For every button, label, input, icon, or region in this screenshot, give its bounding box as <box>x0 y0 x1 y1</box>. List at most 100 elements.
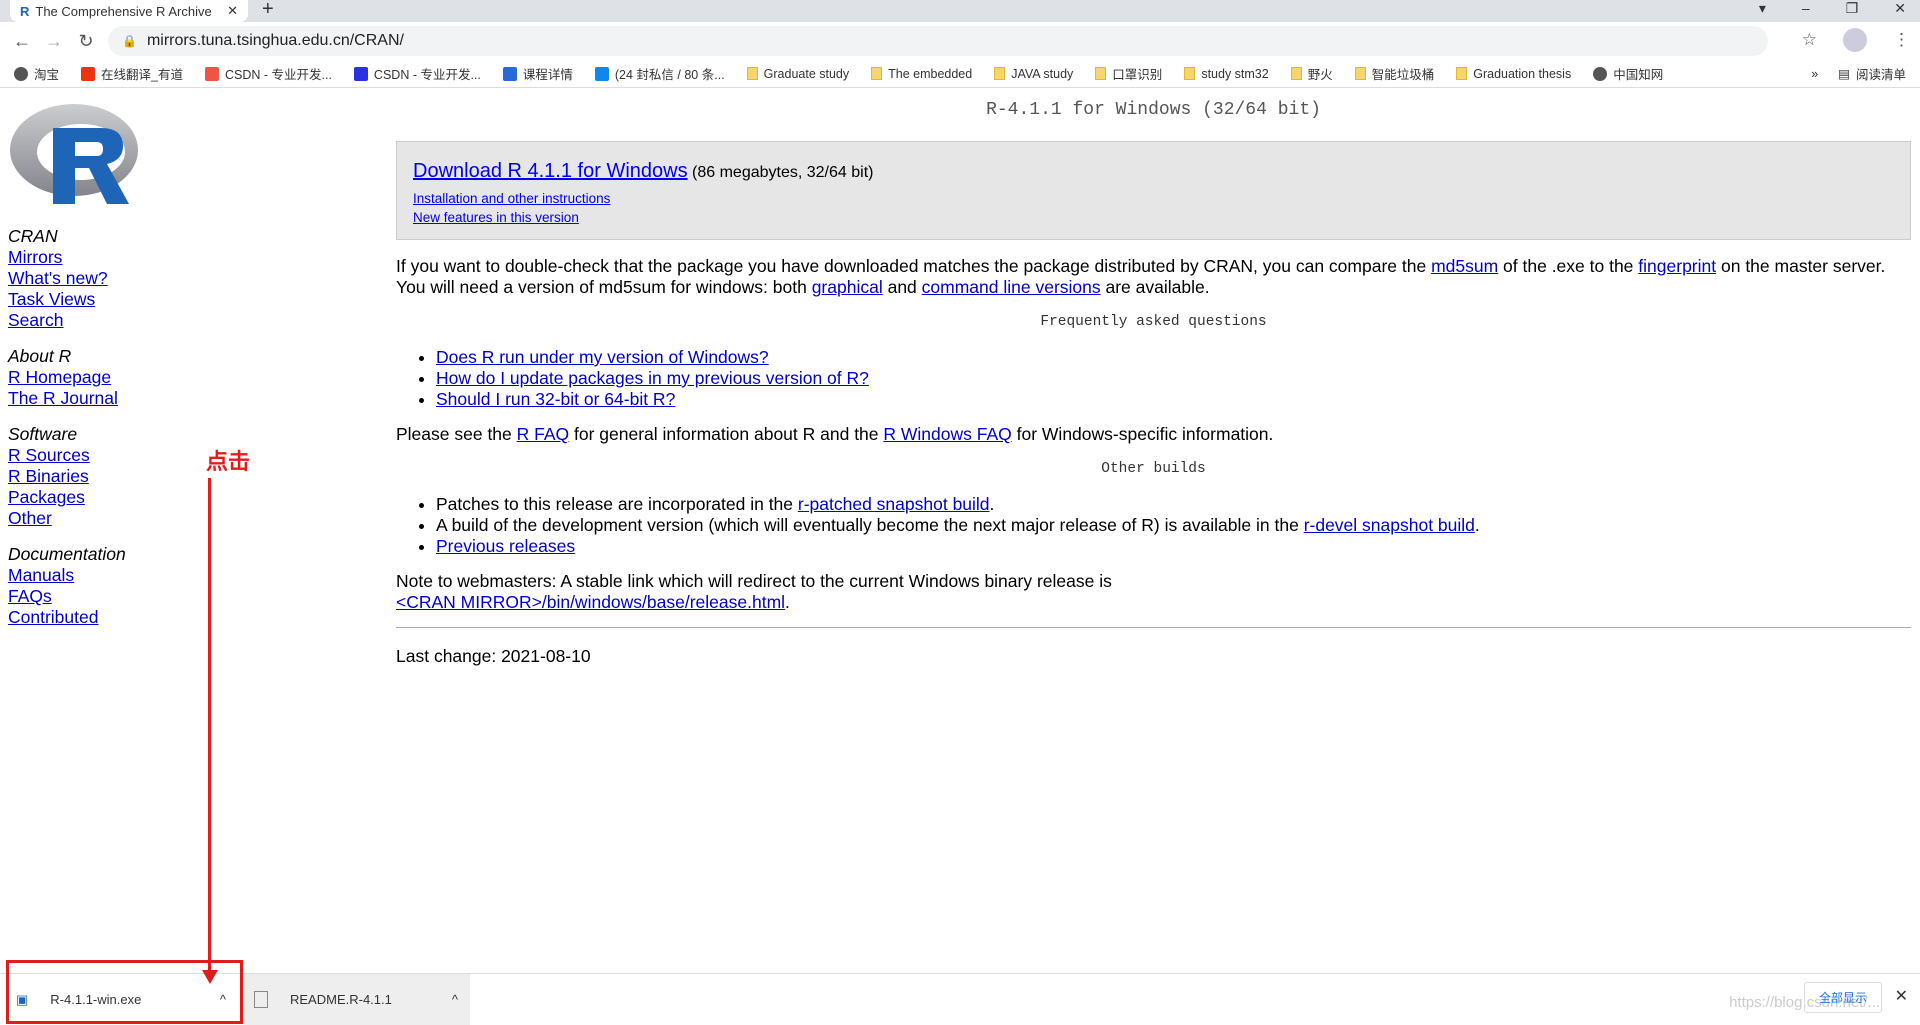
bookmark-item[interactable]: 智能垃圾桶 <box>1354 64 1435 83</box>
bookmark-item[interactable]: 中国知网 <box>1593 64 1663 83</box>
bookmark-item[interactable]: (24 封私信 / 80 条... <box>594 64 725 83</box>
sidebar-link-faqs[interactable]: FAQs <box>8 586 52 606</box>
bookmark-item[interactable]: 课程详情 <box>502 64 573 83</box>
bookmark-label: 智能垃圾桶 <box>1371 68 1435 82</box>
bookmark-label: 淘宝 <box>34 68 60 82</box>
bookmark-item[interactable]: study stm32 <box>1184 67 1269 81</box>
fingerprint-link[interactable]: fingerprint <box>1638 256 1716 276</box>
faq-link[interactable]: Should I run 32-bit or 64-bit R? <box>436 389 675 409</box>
sidebar-link-r-binaries[interactable]: R Binaries <box>8 466 89 486</box>
faq-list: Does R run under my version of Windows? … <box>396 347 1911 410</box>
more-bookmarks-button[interactable]: » <box>1811 67 1818 81</box>
r-devel-link[interactable]: r-devel snapshot build <box>1304 515 1475 535</box>
bookmark-label: Graduation thesis <box>1473 66 1572 81</box>
forward-button[interactable]: → <box>38 31 70 52</box>
faq-link[interactable]: How do I update packages in my previous … <box>436 368 869 388</box>
bookmark-item[interactable]: 在线翻译_有道 <box>81 64 183 83</box>
sidebar-link-other[interactable]: Other <box>8 508 52 528</box>
bookmark-item[interactable]: JAVA study <box>994 67 1073 81</box>
lock-icon: 🔒 <box>122 34 137 48</box>
download-box: Download R 4.1.1 for Windows (86 megabyt… <box>396 141 1911 240</box>
command-line-link[interactable]: command line versions <box>922 277 1101 297</box>
sidebar-heading: About R <box>8 346 72 366</box>
md5sum-link[interactable]: md5sum <box>1431 256 1498 276</box>
sidebar-link-what-s-new[interactable]: What's new? <box>8 268 108 288</box>
md5-paragraph: If you want to double-check that the pac… <box>396 256 1911 298</box>
new-tab-button[interactable]: + <box>262 0 274 21</box>
close-download-bar-icon[interactable]: ✕ <box>1895 986 1908 1006</box>
bookmark-label: 野火 <box>1307 68 1333 82</box>
back-button[interactable]: ← <box>6 31 38 52</box>
download-size: (86 megabytes, 32/64 bit) <box>692 164 874 181</box>
youdao-icon <box>81 66 96 81</box>
folder-icon <box>1456 67 1468 80</box>
bookmark-item[interactable]: Graduate study <box>746 67 849 81</box>
bookmark-label: 口罩识别 <box>1112 68 1163 82</box>
bookmark-label: JAVA study <box>1011 66 1074 81</box>
installation-instructions-link[interactable]: Installation and other instructions <box>413 191 610 206</box>
bookmark-item[interactable]: CSDN - 专业开发... <box>204 64 332 83</box>
bookmark-label: CSDN - 专业开发... <box>224 68 332 82</box>
bookmark-item[interactable]: Graduation thesis <box>1456 67 1571 81</box>
tab-cran[interactable]: R The Comprehensive R Archive ✕ <box>10 0 248 22</box>
text: A build of the development version (whic… <box>436 515 1304 535</box>
note-paragraph: Note to webmasters: A stable link which … <box>396 571 1911 613</box>
bookmark-item[interactable]: CSDN - 专业开发... <box>353 64 481 83</box>
bookmark-item[interactable]: 野火 <box>1290 64 1333 83</box>
r-faq-link[interactable]: R FAQ <box>517 424 570 444</box>
faq-link[interactable]: Does R run under my version of Windows? <box>436 347 769 367</box>
r-windows-faq-link[interactable]: R Windows FAQ <box>883 424 1011 444</box>
list-item: A build of the development version (whic… <box>436 515 1911 536</box>
download-r-link[interactable]: Download R 4.1.1 for Windows <box>413 160 688 182</box>
chevron-up-icon[interactable]: ^ <box>452 992 458 1007</box>
avatar[interactable] <box>1843 28 1867 52</box>
folder-icon <box>1290 67 1302 80</box>
bookmark-item[interactable]: 淘宝 <box>14 64 59 83</box>
restore-button[interactable]: ❐ <box>1846 0 1859 17</box>
text: are available. <box>1100 277 1210 297</box>
menu-icon[interactable]: ⋮ <box>1893 30 1910 50</box>
sidebar-link-mirrors[interactable]: Mirrors <box>8 247 62 267</box>
text: Please see the <box>396 424 517 444</box>
text: of the .exe to the <box>1498 256 1639 276</box>
show-all-button[interactable]: 全部显示 <box>1803 982 1882 1013</box>
bookmark-label: CSDN - 专业开发... <box>373 68 481 82</box>
bookmark-item[interactable]: The embedded <box>871 67 972 81</box>
url-input[interactable]: 🔒 mirrors.tuna.tsinghua.edu.cn/CRAN/ <box>108 26 1768 56</box>
sidebar-heading: Software <box>8 424 78 444</box>
close-window-button[interactable]: ✕ <box>1894 0 1906 17</box>
close-tab-icon[interactable]: ✕ <box>227 3 238 19</box>
bookmark-label: (24 封私信 / 80 条... <box>614 68 725 82</box>
graphical-link[interactable]: graphical <box>812 277 883 297</box>
sidebar-heading: Documentation <box>8 544 126 564</box>
bookmark-label: The embedded <box>888 66 973 81</box>
bookmark-item[interactable]: 口罩识别 <box>1095 64 1162 83</box>
other-builds-list: Patches to this release are incorporated… <box>396 494 1911 557</box>
sidebar-link-manuals[interactable]: Manuals <box>8 565 74 585</box>
sidebar-link-packages[interactable]: Packages <box>8 487 85 507</box>
r-patched-link[interactable]: r-patched snapshot build <box>798 494 990 514</box>
profile-dropdown-icon[interactable]: ▾ <box>1759 0 1766 17</box>
previous-releases-link[interactable]: Previous releases <box>436 536 575 556</box>
sidebar-link-r-sources[interactable]: R Sources <box>8 445 90 465</box>
reading-list-button[interactable]: ▤ 阅读清单 <box>1838 64 1906 83</box>
bookmark-star-icon[interactable]: ☆ <box>1802 30 1817 50</box>
download-item-readme[interactable]: README.R-4.1.1 ^ <box>244 974 470 1025</box>
sidebar-link-task-views[interactable]: Task Views <box>8 289 95 309</box>
release-link[interactable]: <CRAN MIRROR>/bin/windows/base/release.h… <box>396 592 785 612</box>
reload-button[interactable]: ↻ <box>70 31 102 52</box>
minimize-button[interactable]: – <box>1802 0 1810 16</box>
new-features-link[interactable]: New features in this version <box>413 210 579 225</box>
baidu-icon <box>353 66 368 81</box>
list-item: How do I update packages in my previous … <box>436 368 1911 389</box>
folder-icon <box>1354 67 1366 80</box>
sidebar-link-the-r-journal[interactable]: The R Journal <box>8 388 118 408</box>
sidebar-link-contributed[interactable]: Contributed <box>8 607 98 627</box>
file-icon <box>254 991 268 1008</box>
tab-bar: R The Comprehensive R Archive ✕ + ▾ – ❐ … <box>0 0 1920 22</box>
globe-icon <box>1593 66 1608 81</box>
text: If you want to double-check that the pac… <box>396 256 1432 276</box>
sidebar-link-search[interactable]: Search <box>8 310 63 330</box>
sidebar-link-r-homepage[interactable]: R Homepage <box>8 367 111 387</box>
folder-icon <box>1095 67 1107 80</box>
